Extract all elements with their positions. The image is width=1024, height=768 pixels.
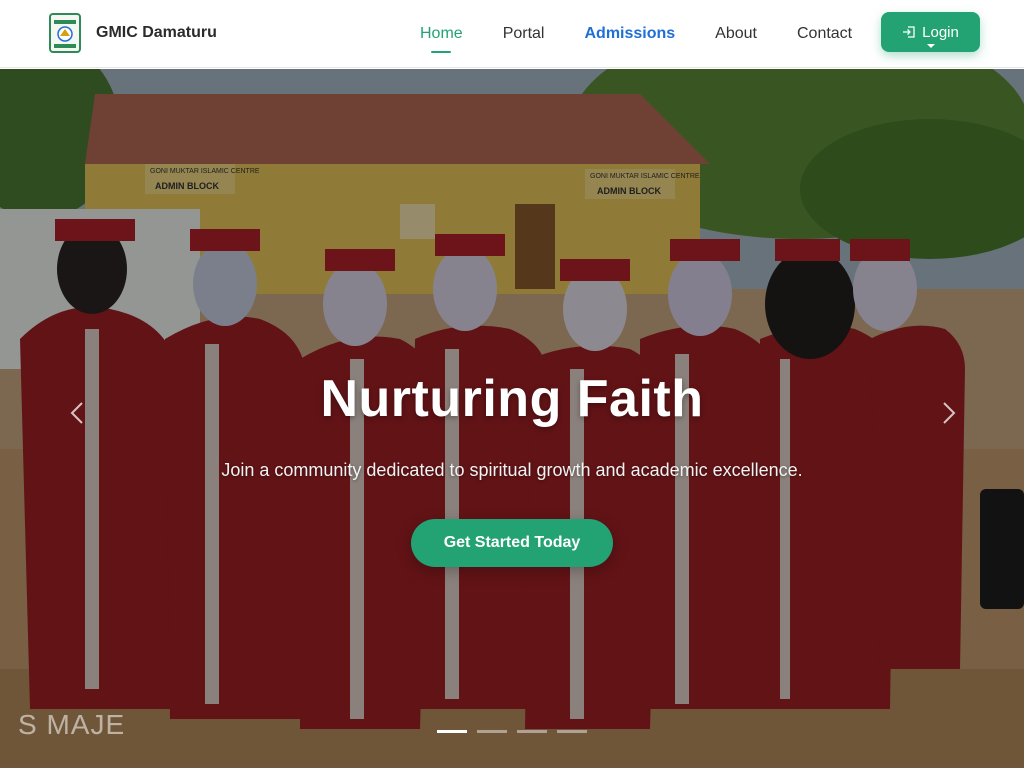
navbar: GMIC Damaturu Home Portal Admissions Abo…	[0, 0, 1024, 68]
login-label: Login	[922, 23, 959, 41]
login-button[interactable]: Login	[881, 12, 980, 52]
carousel-indicator-1[interactable]	[437, 730, 467, 733]
login-icon	[903, 26, 915, 38]
carousel-indicator-2[interactable]	[477, 730, 507, 733]
nav-portal[interactable]: Portal	[503, 25, 545, 43]
chevron-down-icon	[926, 44, 935, 48]
hero-carousel: GONI MUKTAR ISLAMIC CENTRE ADMIN BLOCK G…	[0, 69, 1024, 768]
brand[interactable]: GMIC Damaturu	[48, 12, 217, 54]
brand-name: GMIC Damaturu	[96, 24, 217, 41]
carousel-indicator-4[interactable]	[557, 730, 587, 733]
nav-about[interactable]: About	[715, 25, 757, 43]
school-crest-icon	[49, 13, 81, 53]
nav-admissions[interactable]: Admissions	[584, 25, 675, 43]
carousel-indicator-3[interactable]	[517, 730, 547, 733]
nav-home[interactable]: Home	[420, 25, 463, 43]
hero-subtitle: Join a community dedicated to spiritual …	[221, 460, 803, 480]
carousel-indicators	[437, 730, 597, 733]
hero-title: Nurturing Faith	[320, 370, 704, 428]
nav-links: Home Portal Admissions About Contact	[400, 0, 892, 68]
get-started-button[interactable]: Get Started Today	[411, 519, 613, 567]
nav-contact[interactable]: Contact	[797, 25, 852, 43]
photo-watermark: S MAJE	[18, 709, 126, 740]
